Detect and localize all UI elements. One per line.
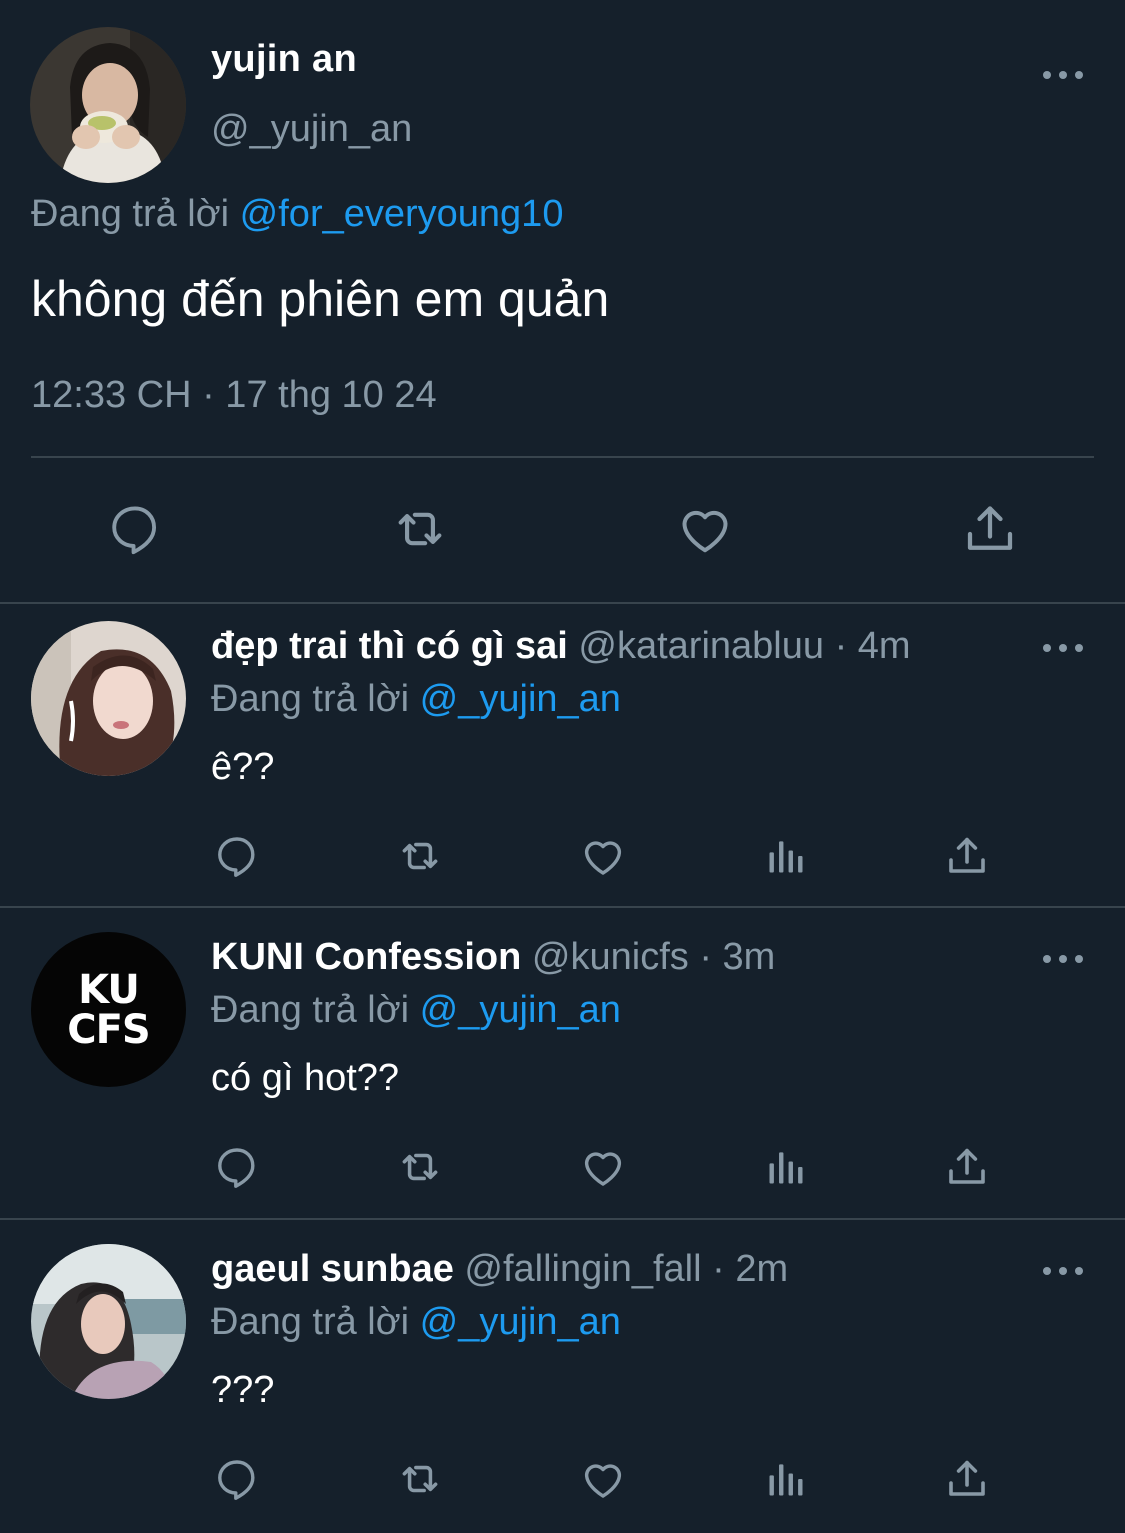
replying-to-label: Đang trả lời (211, 678, 410, 720)
separator: · (824, 625, 858, 667)
reply-header: đẹp trai thì có gì sai @katarinabluu · 4… (211, 625, 911, 668)
relative-time[interactable]: 2m (735, 1248, 788, 1290)
reply-text: ??? (211, 1369, 275, 1411)
divider (0, 1218, 1125, 1220)
reply-button[interactable] (212, 831, 262, 881)
relative-time[interactable]: 3m (723, 936, 776, 978)
reply-button[interactable] (212, 1142, 262, 1192)
reply-header: KUNI Confession @kunicfs · 3m (211, 936, 775, 979)
display-name[interactable]: yujin an (211, 38, 357, 81)
like-icon (682, 510, 728, 553)
more-options-icon[interactable] (1043, 642, 1083, 654)
replying-to-label: Đang trả lời (31, 193, 230, 235)
avatar[interactable] (31, 1244, 186, 1399)
share-icon (949, 1148, 985, 1184)
retweet-icon (402, 1465, 438, 1493)
retweet-icon (398, 512, 442, 546)
display-name[interactable]: gaeul sunbae (211, 1248, 454, 1290)
relative-time[interactable]: 4m (858, 625, 911, 667)
reply-tweet[interactable]: gaeul sunbae @fallingin_fall · 2m Đang t… (0, 1226, 1125, 1530)
retweet-button[interactable] (395, 831, 445, 881)
like-icon (584, 841, 622, 875)
replying-to: Đang trả lời @_yujin_an (211, 678, 621, 721)
replying-to: Đang trả lời @for_everyoung10 (31, 193, 563, 236)
mention-link[interactable]: @_yujin_an (420, 1301, 621, 1343)
mention-link[interactable]: @for_everyoung10 (240, 193, 564, 235)
like-button[interactable] (578, 1142, 628, 1192)
more-options-icon[interactable] (1043, 69, 1083, 81)
analytics-icon (769, 1464, 803, 1496)
user-handle[interactable]: @_yujin_an (211, 108, 412, 151)
tweet-thread: yujin an @_yujin_an Đang trả lời @for_ev… (0, 0, 1125, 1533)
like-icon (584, 1152, 622, 1186)
tweet-timestamp[interactable]: 12:33 CH · 17 thg 10 24 (31, 374, 437, 417)
share-icon (949, 837, 985, 873)
like-button[interactable] (578, 831, 628, 881)
more-options-icon[interactable] (1043, 1265, 1083, 1277)
divider (0, 906, 1125, 908)
reply-icon (112, 506, 157, 555)
mention-link[interactable]: @_yujin_an (420, 678, 621, 720)
analytics-button[interactable] (761, 831, 811, 881)
display-name[interactable]: đẹp trai thì có gì sai (211, 625, 568, 667)
avatar[interactable] (30, 27, 186, 183)
avatar[interactable] (31, 621, 186, 776)
divider (31, 456, 1094, 458)
user-handle[interactable]: @fallingin_fall (464, 1248, 701, 1290)
reply-icon (218, 1148, 255, 1188)
user-handle[interactable]: @katarinabluu (578, 625, 824, 667)
avatar[interactable]: KU CFS (31, 932, 186, 1087)
share-button[interactable] (942, 1142, 992, 1192)
replying-to-label: Đang trả lời (211, 989, 410, 1031)
avatar-logo-line: CFS (67, 1006, 150, 1053)
mention-link[interactable]: @_yujin_an (420, 989, 621, 1031)
reply-tweet[interactable]: đẹp trai thì có gì sai @katarinabluu · 4… (0, 603, 1125, 907)
more-options-icon[interactable] (1043, 953, 1083, 965)
replying-to-label: Đang trả lời (211, 1301, 410, 1343)
separator: · (688, 936, 723, 978)
share-icon (967, 506, 1013, 550)
retweet-button[interactable] (389, 498, 451, 560)
reply-icon (218, 1460, 255, 1500)
analytics-icon (769, 841, 803, 873)
avatar-logo-line: KU (78, 966, 140, 1013)
reply-icon (218, 837, 255, 877)
analytics-button[interactable] (761, 1454, 811, 1504)
share-icon (949, 1460, 985, 1496)
tweet-text: không đến phiên em quản (31, 271, 610, 327)
retweet-button[interactable] (395, 1454, 445, 1504)
reply-tweet[interactable]: KU CFS KUNI Confession @kunicfs · 3m Đan… (0, 914, 1125, 1218)
like-icon (584, 1464, 622, 1498)
replying-to: Đang trả lời @_yujin_an (211, 1301, 621, 1344)
share-button[interactable] (959, 498, 1021, 560)
replying-to: Đang trả lời @_yujin_an (211, 989, 621, 1032)
retweet-icon (402, 842, 438, 870)
share-button[interactable] (942, 831, 992, 881)
reply-button[interactable] (104, 498, 166, 560)
share-button[interactable] (942, 1454, 992, 1504)
retweet-icon (402, 1153, 438, 1181)
reply-header: gaeul sunbae @fallingin_fall · 2m (211, 1248, 788, 1291)
like-button[interactable] (674, 498, 736, 560)
reply-text: ê?? (211, 746, 275, 788)
reply-text: có gì hot?? (211, 1057, 400, 1099)
separator: · (701, 1248, 736, 1290)
like-button[interactable] (578, 1454, 628, 1504)
display-name[interactable]: KUNI Confession (211, 936, 521, 978)
analytics-icon (769, 1152, 803, 1184)
user-handle[interactable]: @kunicfs (532, 936, 689, 978)
analytics-button[interactable] (761, 1142, 811, 1192)
retweet-button[interactable] (395, 1142, 445, 1192)
reply-button[interactable] (212, 1454, 262, 1504)
